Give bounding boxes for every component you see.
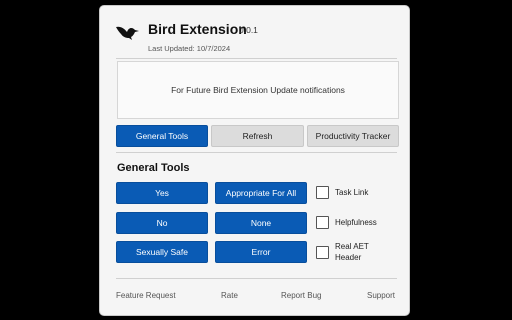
section-title: General Tools (117, 162, 190, 174)
version-label: 0.0.1 (239, 25, 258, 35)
notification-box: For Future Bird Extension Update notific… (117, 61, 399, 119)
last-updated-label: Last Updated: 10/7/2024 (148, 44, 231, 53)
real-aet-header-label: Real AET Header (335, 242, 369, 262)
bird-logo-icon (116, 26, 139, 40)
app-title: Bird Extension (148, 21, 247, 37)
yes-button[interactable]: Yes (116, 182, 208, 204)
task-link-option[interactable]: Task Link (316, 186, 391, 199)
sexually-safe-button[interactable]: Sexually Safe (116, 241, 208, 263)
tab-productivity-tracker[interactable]: Productivity Tracker (307, 125, 399, 147)
task-link-label: Task Link (335, 188, 369, 197)
real-aet-header-option[interactable]: Real AET Header (316, 241, 391, 263)
extension-popup: Bird Extension 0.0.1 Last Updated: 10/7/… (99, 5, 410, 316)
appropriate-for-all-button[interactable]: Appropriate For All (215, 182, 307, 204)
rate-link[interactable]: Rate (221, 291, 238, 300)
error-button[interactable]: Error (215, 241, 307, 263)
support-link[interactable]: Support (367, 291, 395, 300)
tab-general-tools[interactable]: General Tools (116, 125, 208, 147)
no-button[interactable]: No (116, 212, 208, 234)
report-bug-link[interactable]: Report Bug (281, 291, 321, 300)
helpfulness-checkbox[interactable] (316, 216, 329, 229)
feature-request-link[interactable]: Feature Request (116, 291, 176, 300)
tab-refresh[interactable]: Refresh (211, 125, 304, 147)
header: Bird Extension 0.0.1 Last Updated: 10/7/… (116, 20, 397, 56)
header-divider (116, 58, 397, 59)
helpfulness-option[interactable]: Helpfulness (316, 216, 391, 229)
none-button[interactable]: None (215, 212, 307, 234)
helpfulness-label: Helpfulness (335, 218, 377, 227)
footer-divider (116, 278, 397, 279)
notification-text: For Future Bird Extension Update notific… (171, 85, 345, 95)
tabs-divider (116, 152, 397, 153)
real-aet-header-checkbox[interactable] (316, 245, 329, 259)
task-link-checkbox[interactable] (316, 186, 329, 199)
